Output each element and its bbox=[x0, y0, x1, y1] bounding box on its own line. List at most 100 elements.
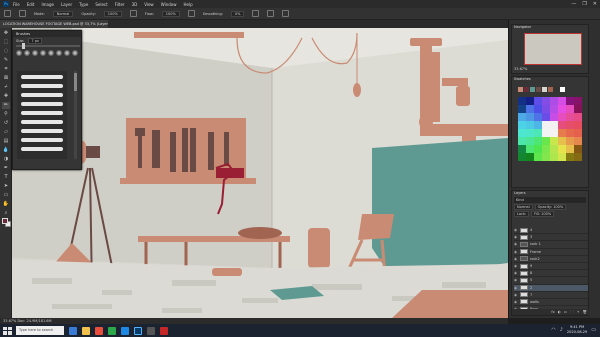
eye-icon[interactable]: ◉ bbox=[514, 264, 518, 268]
eye-icon[interactable]: ◉ bbox=[514, 271, 518, 275]
color-cell[interactable] bbox=[542, 153, 550, 161]
brush-preset-icon[interactable] bbox=[19, 10, 26, 17]
brush-size-input[interactable]: 7 px bbox=[28, 38, 43, 44]
color-cell[interactable] bbox=[534, 137, 542, 145]
brush-stroke-preview[interactable] bbox=[21, 147, 63, 151]
color-cell[interactable] bbox=[534, 113, 542, 121]
menu-3d[interactable]: 3D bbox=[132, 2, 138, 7]
color-cell[interactable] bbox=[518, 137, 526, 145]
blur-tool-icon[interactable]: 💧 bbox=[2, 147, 10, 154]
eye-icon[interactable]: ◉ bbox=[514, 242, 518, 246]
color-cell[interactable] bbox=[526, 137, 534, 145]
color-cell[interactable] bbox=[574, 97, 582, 105]
notifications-icon[interactable]: ▭ bbox=[591, 327, 596, 333]
new-layer-icon[interactable]: + bbox=[577, 309, 580, 315]
layer-row[interactable]: ◉ 5 bbox=[514, 277, 588, 285]
brush-stroke-preview[interactable] bbox=[21, 102, 63, 106]
brush-preset[interactable] bbox=[40, 50, 46, 56]
move-tool-icon[interactable]: ✥ bbox=[2, 30, 10, 37]
swatch[interactable] bbox=[518, 87, 523, 92]
color-cell[interactable] bbox=[550, 145, 558, 153]
layer-row[interactable]: ◉ 9 bbox=[514, 263, 588, 271]
airbrush-icon[interactable] bbox=[187, 10, 195, 17]
color-cell[interactable] bbox=[534, 153, 542, 161]
color-cell[interactable] bbox=[550, 129, 558, 137]
brush-preset[interactable] bbox=[16, 50, 22, 56]
color-cell[interactable] bbox=[566, 113, 574, 121]
color-cell[interactable] bbox=[542, 113, 550, 121]
brush-preset[interactable] bbox=[72, 50, 78, 56]
layers-panel-title[interactable]: Layers bbox=[512, 191, 588, 196]
shape-tool-icon[interactable]: ▭ bbox=[2, 192, 10, 199]
brush-preset[interactable] bbox=[32, 50, 38, 56]
dodge-tool-icon[interactable]: ◑ bbox=[2, 156, 10, 163]
color-cell[interactable] bbox=[518, 153, 526, 161]
color-cell[interactable] bbox=[542, 105, 550, 113]
brush-stroke-preview[interactable] bbox=[21, 138, 63, 142]
color-cell[interactable] bbox=[550, 153, 558, 161]
color-cell[interactable] bbox=[518, 145, 526, 153]
color-cell[interactable] bbox=[542, 97, 550, 105]
zoom-tool-icon[interactable]: ⌕ bbox=[2, 210, 10, 217]
swatches-panel-title[interactable]: Swatches bbox=[512, 77, 588, 82]
eye-icon[interactable]: ◉ bbox=[514, 228, 518, 232]
layer-row[interactable]: ◉ 8 bbox=[514, 270, 588, 278]
brush-size-slider[interactable] bbox=[16, 43, 80, 49]
opacity-input[interactable]: 100% bbox=[103, 10, 122, 17]
symmetry-icon[interactable] bbox=[282, 10, 290, 17]
layer-mask-icon[interactable]: ◐ bbox=[558, 309, 561, 315]
crop-tool-icon[interactable]: ⌗ bbox=[2, 66, 10, 73]
eraser-tool-icon[interactable]: ▱ bbox=[2, 129, 10, 136]
color-cell[interactable] bbox=[574, 121, 582, 129]
menu-type[interactable]: Type bbox=[79, 2, 88, 7]
document-canvas[interactable] bbox=[12, 28, 508, 318]
volume-icon[interactable]: ♪ bbox=[560, 327, 563, 333]
navigator-thumbnail[interactable] bbox=[524, 33, 582, 65]
color-cell[interactable] bbox=[558, 137, 566, 145]
layer-row[interactable]: ◉ rock2 bbox=[514, 256, 588, 263]
color-wheel-grid[interactable] bbox=[518, 97, 582, 161]
color-cell[interactable] bbox=[518, 121, 526, 129]
photoshop-taskbar-icon[interactable] bbox=[134, 326, 142, 335]
color-cell[interactable] bbox=[550, 137, 558, 145]
history-brush-tool-icon[interactable]: ↺ bbox=[2, 120, 10, 127]
type-tool-icon[interactable]: T bbox=[2, 174, 10, 181]
taskbar-app-icon[interactable] bbox=[95, 326, 103, 335]
brush-stroke-preview[interactable] bbox=[21, 111, 63, 115]
brush-preset[interactable] bbox=[56, 50, 62, 56]
menu-edit[interactable]: Edit bbox=[27, 2, 35, 7]
new-group-icon[interactable]: 🗀 bbox=[570, 309, 574, 315]
color-cell[interactable] bbox=[566, 97, 574, 105]
navigator-panel-title[interactable]: Navigator bbox=[512, 25, 588, 30]
color-cell[interactable] bbox=[558, 129, 566, 137]
color-cell[interactable] bbox=[534, 105, 542, 113]
brush-tool-icon[interactable] bbox=[4, 10, 11, 17]
navigator-zoom[interactable]: 33.67% bbox=[514, 67, 527, 71]
marquee-tool-icon[interactable]: ⬚ bbox=[2, 39, 10, 46]
taskbar-app-icon[interactable] bbox=[121, 326, 129, 335]
color-cell[interactable] bbox=[574, 129, 582, 137]
color-cell[interactable] bbox=[542, 137, 550, 145]
menu-view[interactable]: View bbox=[144, 2, 154, 7]
brush-tool-icon[interactable]: ✏ bbox=[2, 102, 10, 109]
photoshop-logo[interactable]: Ps bbox=[3, 1, 9, 7]
color-cell[interactable] bbox=[518, 105, 526, 113]
menu-file[interactable]: File bbox=[13, 2, 20, 7]
swatch[interactable] bbox=[542, 87, 547, 92]
color-cell[interactable] bbox=[566, 145, 574, 153]
color-cell[interactable] bbox=[558, 105, 566, 113]
eye-icon[interactable]: ◉ bbox=[514, 278, 518, 282]
color-cell[interactable] bbox=[566, 105, 574, 113]
frame-tool-icon[interactable]: ⊠ bbox=[2, 75, 10, 82]
eye-icon[interactable]: ◉ bbox=[514, 250, 518, 254]
color-cell[interactable] bbox=[542, 145, 550, 153]
quick-select-tool-icon[interactable]: ✎ bbox=[2, 57, 10, 64]
menu-select[interactable]: Select bbox=[95, 2, 107, 7]
brush-list-scrollbar[interactable] bbox=[74, 71, 77, 159]
taskbar-app-icon[interactable] bbox=[82, 326, 90, 335]
layer-kind-filter[interactable]: Kind bbox=[514, 197, 586, 203]
layer-row[interactable]: ◉ 4 bbox=[514, 227, 588, 235]
color-cell[interactable] bbox=[566, 153, 574, 161]
color-cell[interactable] bbox=[558, 153, 566, 161]
layer-row-selected[interactable]: ◉ 2 bbox=[514, 284, 588, 292]
